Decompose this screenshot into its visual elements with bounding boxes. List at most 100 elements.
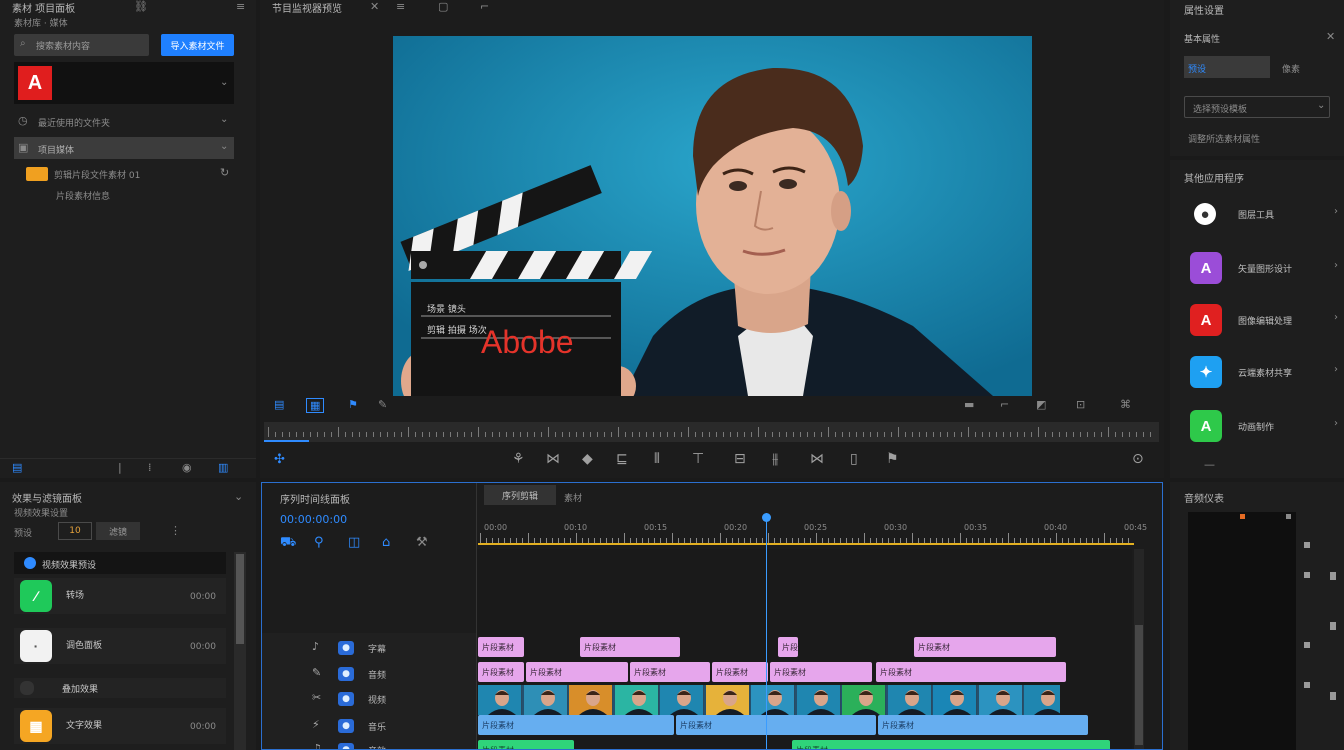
- playhead[interactable]: [762, 513, 771, 749]
- lift-icon[interactable]: ▯: [850, 451, 858, 467]
- home-icon[interactable]: ⌂: [382, 535, 390, 550]
- playhead-handle-icon[interactable]: [762, 513, 771, 522]
- list-view-icon[interactable]: ▤: [12, 461, 22, 474]
- app-item[interactable]: A 图像编辑处理 ›: [1184, 300, 1344, 340]
- effect-item[interactable]: 叠加效果: [14, 678, 226, 698]
- track-header[interactable]: ✂ ● 视频: [262, 688, 476, 710]
- overwrite-icon[interactable]: ⋈: [810, 451, 824, 467]
- timeline-timecode[interactable]: 00:00:00:00: [280, 513, 347, 526]
- effect-item[interactable]: · 调色面板 00:00: [14, 628, 226, 664]
- timeline-clip[interactable]: 片段素材: [478, 662, 524, 682]
- close-icon[interactable]: ✕: [370, 0, 379, 13]
- close-icon[interactable]: ✕: [1326, 30, 1335, 43]
- compare-icon[interactable]: ◩: [1036, 398, 1046, 411]
- app-item[interactable]: ✦ 云端素材共享 ›: [1184, 352, 1344, 392]
- link-icon[interactable]: ⛓: [134, 0, 148, 13]
- video-clip-strip[interactable]: [478, 685, 1060, 715]
- timeline-clip[interactable]: 片段素材: [478, 715, 674, 735]
- panel-menu-icon[interactable]: ≡: [396, 0, 405, 13]
- wrench-icon[interactable]: ✎: [378, 398, 387, 411]
- timeline-clip[interactable]: 片段素材: [914, 637, 1056, 657]
- fit-icon[interactable]: ▤: [274, 398, 284, 411]
- effect-item[interactable]: ▦ 文字效果 00:00: [14, 708, 226, 744]
- step-back-icon[interactable]: ⊑: [616, 451, 628, 467]
- effects-tab-count[interactable]: 10: [58, 522, 92, 540]
- timeline-scrollbar-thumb[interactable]: [1135, 625, 1143, 745]
- scrub-bar[interactable]: [264, 422, 1159, 442]
- timeline-clip[interactable]: 片段素材: [878, 715, 1088, 735]
- zoom-slider-icon[interactable]: ⁞: [148, 461, 152, 474]
- play-icon[interactable]: ⫴: [654, 451, 660, 467]
- app-item[interactable]: A 动画制作 ›: [1184, 406, 1344, 446]
- effects-scrollbar[interactable]: [234, 552, 246, 750]
- step-forward-icon[interactable]: ⊤: [692, 451, 704, 467]
- timeline-ruler[interactable]: 00:00 00:10 00:15 00:20 00:25 00:30 00:35 00:40…: [476, 519, 1147, 549]
- split-icon[interactable]: ⌐: [1000, 398, 1009, 411]
- minimize-icon[interactable]: —: [1204, 458, 1215, 471]
- folder-row-recent[interactable]: ◷ 最近使用的文件夹 ⌄: [14, 110, 234, 132]
- app-item[interactable]: ● 图层工具 ›: [1184, 194, 1344, 234]
- snap-icon[interactable]: ⛟: [280, 535, 296, 552]
- grid-view-icon[interactable]: ▥: [218, 461, 228, 474]
- preset-dropdown[interactable]: 选择预设模板 ⌄: [1184, 96, 1330, 118]
- effects-tab-preset[interactable]: 预设: [14, 526, 32, 539]
- insert-icon[interactable]: ⫵: [772, 451, 778, 467]
- export-frame-icon[interactable]: ⊡: [1076, 398, 1085, 411]
- timeline-clip[interactable]: 片段素材: [630, 662, 710, 682]
- meter-scrollbar[interactable]: [1330, 522, 1338, 750]
- effect-item[interactable]: ∕ 转场 00:00: [14, 578, 226, 614]
- app-item[interactable]: A 矢量图形设计 ›: [1184, 248, 1344, 288]
- timeline-tab-inactive[interactable]: 素材: [564, 491, 582, 504]
- effects-tab-filter[interactable]: 滤镜: [96, 522, 140, 540]
- search-input[interactable]: ⌕ 搜索素材内容: [14, 34, 149, 56]
- timeline-clip[interactable]: 片段素材: [580, 637, 680, 657]
- timeline-clip[interactable]: 片段素材: [770, 662, 872, 682]
- more-icon[interactable]: ⋮: [170, 524, 181, 537]
- add-marker-icon[interactable]: ✣: [274, 452, 285, 467]
- timeline-tab-active[interactable]: 序列剪辑: [484, 485, 556, 505]
- save-frame-icon[interactable]: ▢: [438, 0, 448, 13]
- track-header[interactable]: ✎ ● 音频: [262, 663, 476, 685]
- timeline-clip[interactable]: 片段素材: [676, 715, 876, 735]
- button-editor-icon[interactable]: ⌘: [1120, 398, 1131, 411]
- video-frame[interactable]: 场景 镜头 剪辑 拍摄 场次 Abobe: [393, 36, 1032, 396]
- brand-dropdown[interactable]: A ⌄: [14, 62, 234, 104]
- extract-icon[interactable]: ⚑: [886, 451, 899, 467]
- add-marker-icon[interactable]: ◫: [348, 535, 360, 550]
- track-toggle-icon[interactable]: ●: [338, 667, 354, 681]
- mark-in-icon[interactable]: ⚘: [512, 451, 525, 467]
- effects-scrollbar-thumb[interactable]: [236, 554, 244, 644]
- go-to-in-icon[interactable]: ◆: [582, 451, 593, 467]
- effects-group-header[interactable]: 视频效果预设: [14, 552, 226, 574]
- settings-icon[interactable]: ⌐: [480, 0, 489, 13]
- sort-icon[interactable]: ◉: [182, 461, 192, 474]
- collapse-icon[interactable]: ⌄: [234, 490, 243, 503]
- folder-row-media[interactable]: ▣ 项目媒体 ⌄: [14, 137, 234, 159]
- go-to-out-icon[interactable]: ⊟: [734, 451, 746, 467]
- track-header[interactable]: ⚡ ● 音乐: [262, 715, 476, 737]
- marker-icon[interactable]: ⚑: [348, 398, 358, 411]
- track-toggle-icon[interactable]: ●: [338, 719, 354, 733]
- timeline-clip[interactable]: 片段素材: [478, 740, 574, 749]
- safe-margins-icon[interactable]: ▦: [306, 398, 325, 413]
- timeline-scrollbar[interactable]: [1134, 549, 1144, 749]
- track-toggle-icon[interactable]: ●: [338, 692, 354, 706]
- timeline-clip[interactable]: 片段素材: [478, 637, 524, 657]
- menu-icon[interactable]: ≡: [236, 0, 245, 13]
- timeline-clip[interactable]: 片段素材: [792, 740, 1110, 749]
- file-row[interactable]: 剪辑片段文件素材 01 ↻: [24, 164, 234, 184]
- value-field[interactable]: 预设: [1184, 56, 1270, 78]
- import-button[interactable]: 导入素材文件: [161, 34, 234, 56]
- linked-selection-icon[interactable]: ⚲: [314, 535, 324, 550]
- track-toggle-icon[interactable]: ●: [338, 641, 354, 655]
- camera-icon[interactable]: ▬: [964, 398, 974, 411]
- wrench-icon[interactable]: ⚒: [416, 535, 428, 550]
- track-header[interactable]: ♪ ● 字幕: [262, 637, 476, 659]
- monitor-settings-icon[interactable]: ⊙: [1132, 451, 1144, 467]
- mark-out-icon[interactable]: ⋈: [546, 451, 560, 467]
- timeline-clip[interactable]: 片段素材: [876, 662, 1066, 682]
- track-toggle-icon[interactable]: ●: [338, 743, 354, 749]
- timeline-clip[interactable]: 片段素材: [778, 637, 798, 657]
- timeline-clip[interactable]: 片段素材: [526, 662, 628, 682]
- timeline-clip[interactable]: 片段素材: [712, 662, 768, 682]
